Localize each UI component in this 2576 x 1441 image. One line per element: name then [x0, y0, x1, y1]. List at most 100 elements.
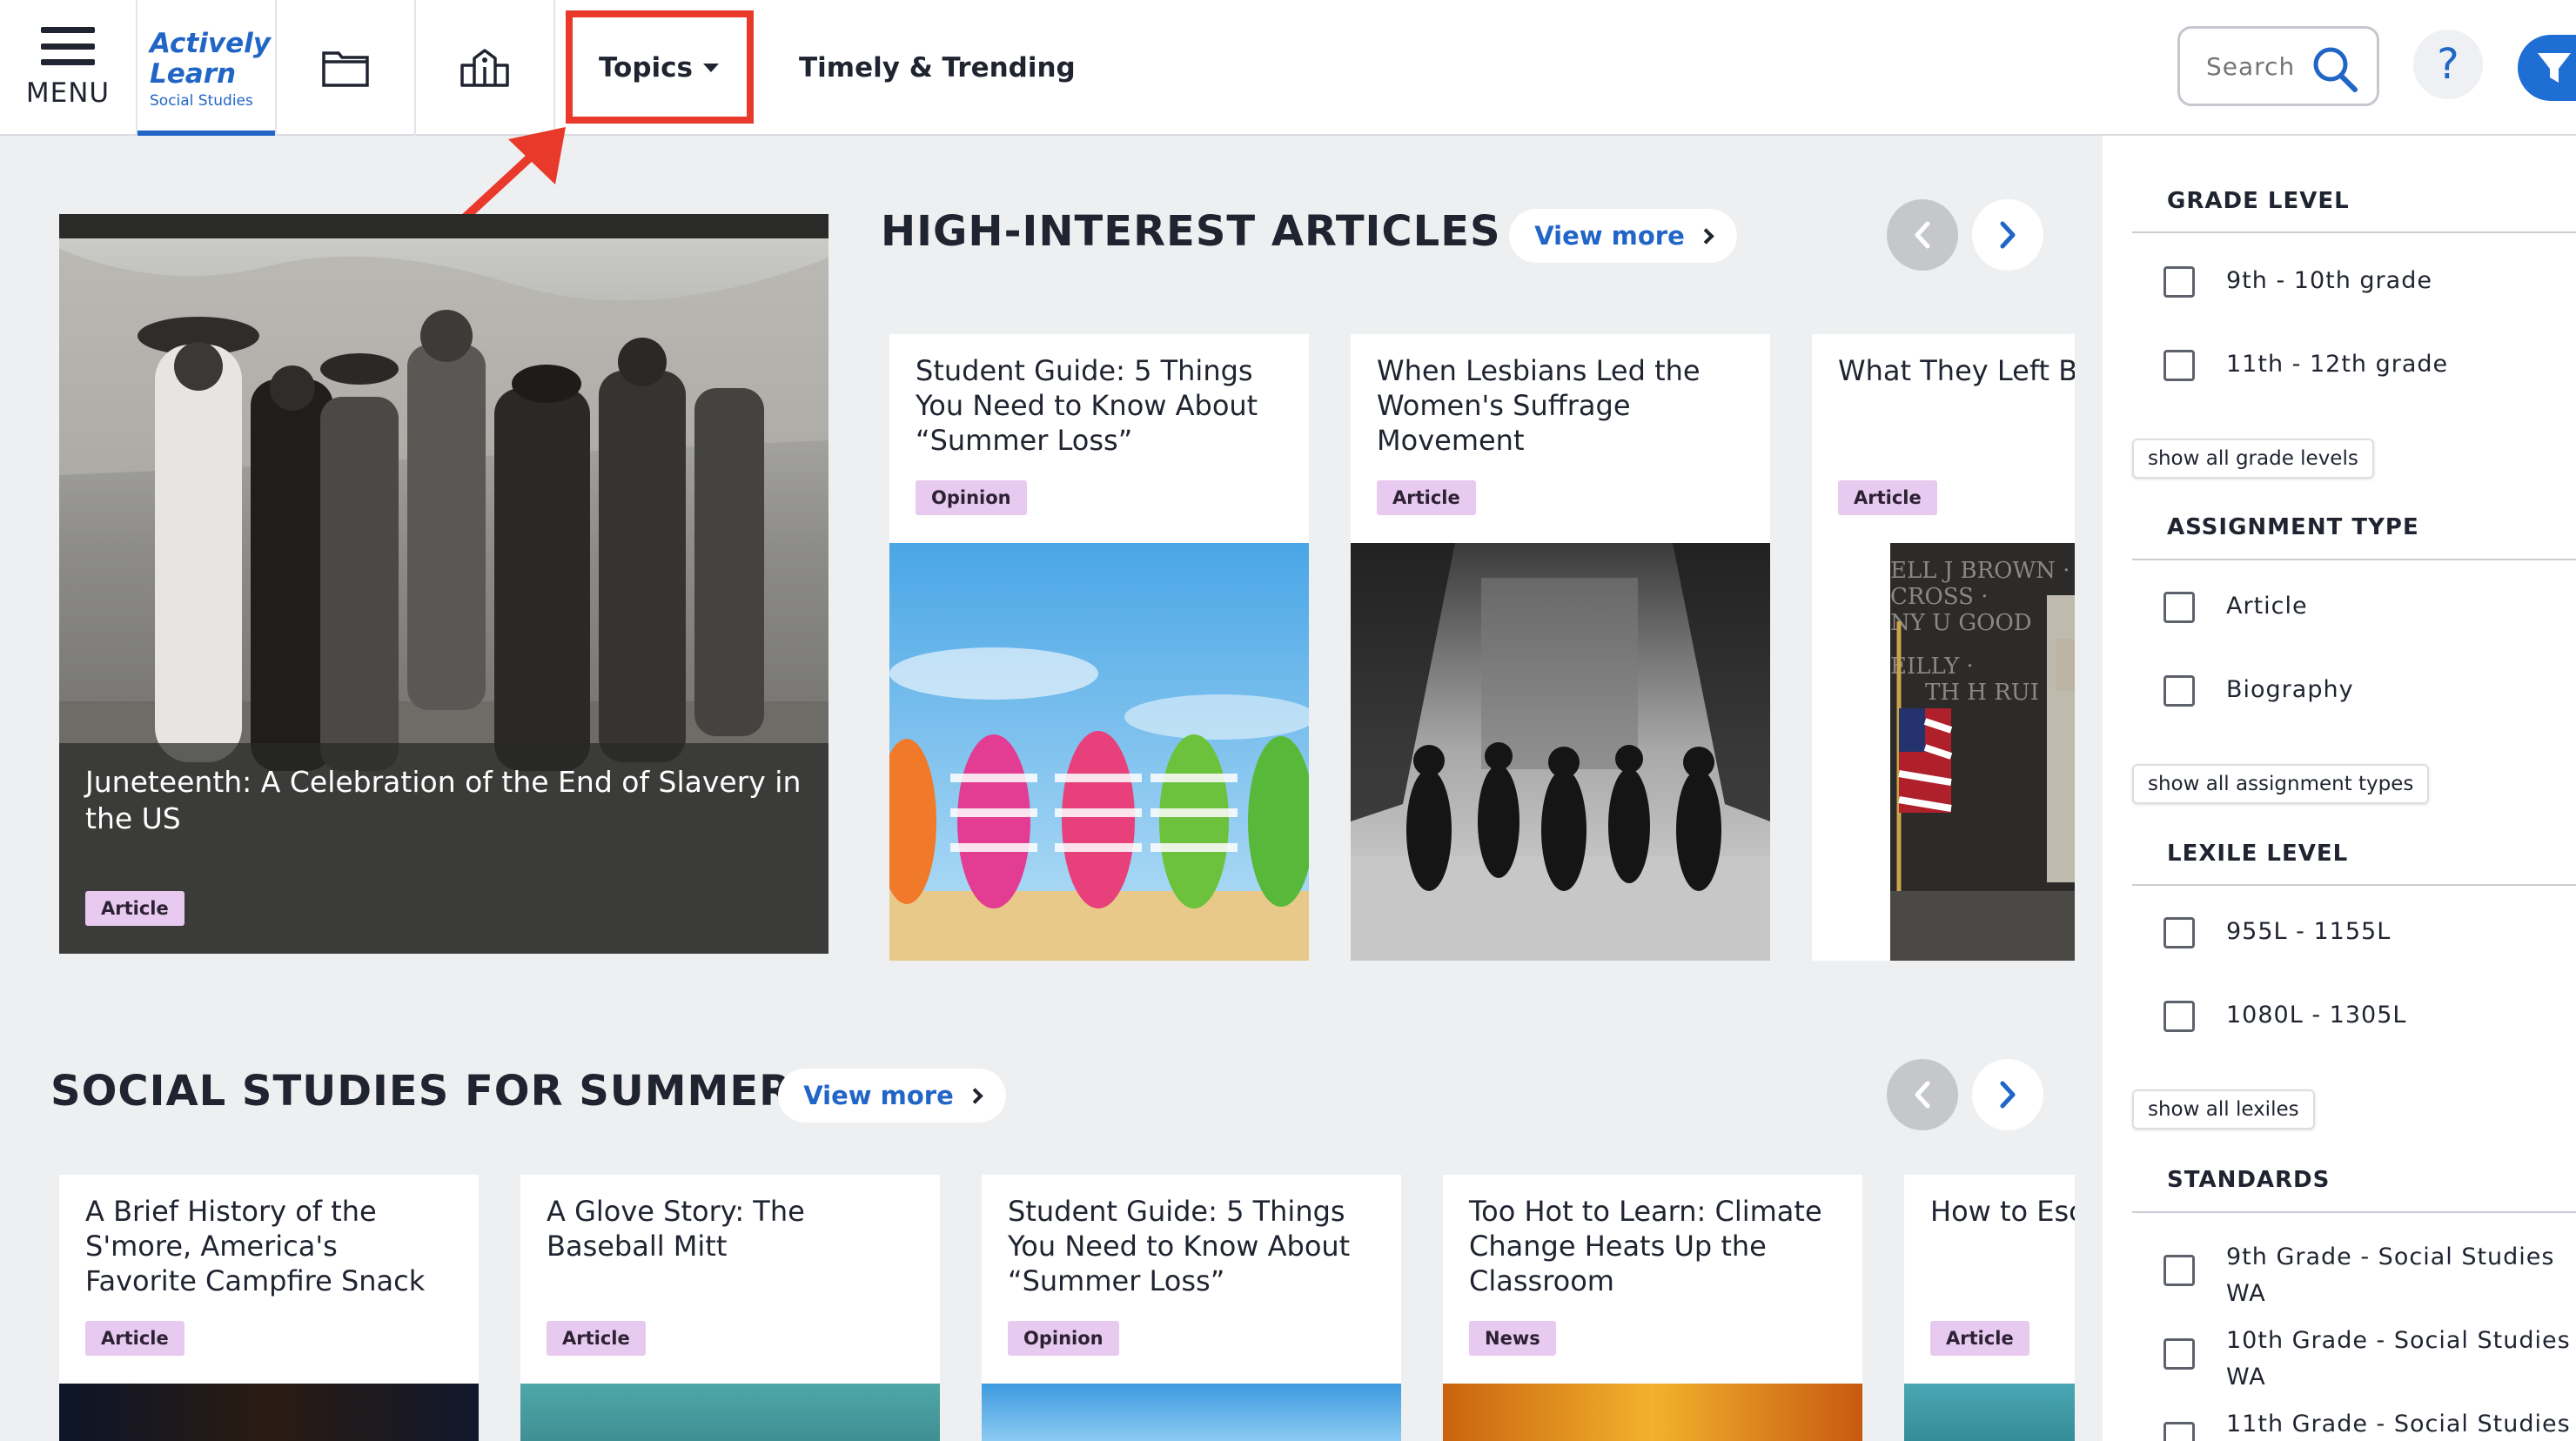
- standards-option-10th[interactable]: 10th Grade - Social Studies WA: [2163, 1326, 2574, 1396]
- checkbox[interactable]: [2163, 1338, 2195, 1370]
- help-button[interactable]: ?: [2413, 30, 2483, 99]
- baseball-mitt-image: [520, 1384, 940, 1441]
- checkbox[interactable]: [2163, 1422, 2195, 1441]
- article-card[interactable]: Student Guide: 5 Things You Need to Know…: [889, 334, 1309, 961]
- show-all-grade-levels-button[interactable]: show all grade levels: [2132, 439, 2374, 479]
- card-title: A Glove Story: The Baseball Mitt: [547, 1195, 805, 1263]
- assignment-type-heading: ASSIGNMENT TYPE: [2167, 514, 2419, 540]
- article-card[interactable]: What They Left Be Collection Dedica Item…: [1812, 334, 2075, 961]
- article-card[interactable]: A Brief History of the S'more, America's…: [59, 1175, 479, 1441]
- actively-learn-logo[interactable]: Actively Learn Social Studies: [138, 0, 275, 136]
- hamburger-icon: [41, 27, 95, 65]
- content-type-tag: Article: [85, 1321, 184, 1356]
- chevron-left-icon: [1915, 1081, 1930, 1109]
- search-box[interactable]: [2177, 26, 2379, 106]
- chevron-right-icon: [967, 1087, 983, 1104]
- topics-dropdown[interactable]: Topics: [599, 0, 719, 136]
- search-icon[interactable]: [2311, 44, 2359, 93]
- card-title: When Lesbians Led the Women's Suffrage M…: [1377, 354, 1701, 457]
- menu-label: MENU: [25, 77, 111, 109]
- assignment-option-biography[interactable]: Biography: [2163, 675, 2354, 708]
- svg-text:EILLY ·: EILLY ·: [1890, 653, 1974, 680]
- standards-option-9th[interactable]: 9th Grade - Social Studies WA: [2163, 1243, 2574, 1312]
- svg-text:NY U GOOD: NY U GOOD: [1890, 610, 2032, 636]
- suffrage-march-image: [1351, 543, 1770, 961]
- high-interest-heading: HIGH-INTEREST ARTICLES: [881, 207, 1501, 256]
- grade-option-11-12[interactable]: 11th - 12th grade: [2163, 350, 2448, 383]
- content-type-tag: Article: [1838, 480, 1937, 515]
- show-all-lexiles-button[interactable]: show all lexiles: [2132, 1089, 2315, 1129]
- chevron-left-icon: [1915, 221, 1930, 249]
- card-title: Student Guide: 5 Things You Need to Know…: [1008, 1195, 1351, 1297]
- option-label: 11th - 12th grade: [2226, 351, 2449, 378]
- menu-button[interactable]: MENU: [0, 0, 136, 136]
- divider: [553, 0, 555, 136]
- svg-text:CROSS ·: CROSS ·: [1890, 584, 1988, 610]
- filter-funnel-icon: [2538, 53, 2571, 83]
- checkbox[interactable]: [2163, 1001, 2195, 1032]
- divider: [2132, 884, 2576, 886]
- content-type-tag: Opinion: [916, 480, 1027, 515]
- article-card[interactable]: A Glove Story: The Baseball Mitt Article: [520, 1175, 940, 1441]
- card-image: [1904, 1384, 2075, 1441]
- checkbox[interactable]: [2163, 592, 2195, 623]
- article-card[interactable]: Too Hot to Learn: Climate Change Heats U…: [1443, 1175, 1862, 1441]
- lexile-level-heading: LEXILE LEVEL: [2167, 841, 2349, 867]
- chevron-right-icon: [2000, 221, 2016, 249]
- library-button[interactable]: [416, 0, 553, 136]
- standards-heading: STANDARDS: [2167, 1167, 2331, 1193]
- content-type-tag: Opinion: [1008, 1321, 1119, 1356]
- article-card[interactable]: Student Guide: 5 Things You Need to Know…: [982, 1175, 1401, 1441]
- svg-text:TH H RUI: TH H RUI: [1925, 680, 2039, 706]
- content-type-tag: News: [1469, 1321, 1556, 1356]
- featured-title[interactable]: Juneteenth: A Celebration of the End of …: [85, 764, 802, 837]
- checkbox[interactable]: [2163, 917, 2195, 948]
- view-more-label: View more: [803, 1081, 954, 1110]
- card-title: A Brief History of the S'more, America's…: [85, 1195, 426, 1297]
- caret-down-icon: [702, 64, 719, 72]
- option-label: 10th Grade - Social Studies WA: [2226, 1327, 2571, 1391]
- option-label: 955L - 1155L: [2226, 918, 2392, 945]
- filter-toggle-button[interactable]: [2518, 35, 2576, 101]
- carousel-prev-button[interactable]: [1887, 199, 1958, 271]
- carousel-next-button[interactable]: [1972, 199, 2043, 271]
- timely-trending-link[interactable]: Timely & Trending: [799, 0, 1076, 136]
- logo-text: Actively: [150, 28, 271, 59]
- standards-option-11th[interactable]: 11th Grade - Social Studies WA: [2163, 1410, 2574, 1441]
- flip-flops-image: [889, 543, 1309, 961]
- library-building-icon: [460, 49, 509, 87]
- flip-flops-image: [982, 1384, 1401, 1441]
- lexile-option-955-1155[interactable]: 955L - 1155L: [2163, 917, 2391, 950]
- checkbox[interactable]: [2163, 350, 2195, 381]
- option-label: 1080L - 1305L: [2226, 1002, 2407, 1029]
- lexile-option-1080-1305[interactable]: 1080L - 1305L: [2163, 1001, 2406, 1034]
- help-icon: ?: [2437, 40, 2459, 89]
- divider: [2132, 1211, 2576, 1213]
- option-label: 9th Grade - Social Studies WA: [2226, 1243, 2555, 1307]
- high-interest-view-more-button[interactable]: View more: [1509, 209, 1737, 263]
- content-type-tag: Article: [1930, 1321, 2029, 1356]
- option-label: Biography: [2226, 676, 2354, 703]
- chevron-right-icon: [1698, 227, 1714, 245]
- checkbox[interactable]: [2163, 675, 2195, 707]
- carousel-prev-button[interactable]: [1887, 1059, 1958, 1130]
- option-label: 9th - 10th grade: [2226, 267, 2432, 294]
- view-more-label: View more: [1534, 221, 1685, 251]
- checkbox[interactable]: [2163, 1255, 2195, 1286]
- featured-article-card[interactable]: Juneteenth: A Celebration of the End of …: [59, 214, 828, 954]
- article-card[interactable]: When Lesbians Led the Women's Suffrage M…: [1351, 334, 1770, 961]
- checkbox[interactable]: [2163, 266, 2195, 298]
- grade-option-9-10[interactable]: 9th - 10th grade: [2163, 266, 2432, 299]
- carousel-next-button[interactable]: [1972, 1059, 2043, 1130]
- article-card[interactable]: How to Esc Article: [1904, 1175, 2075, 1441]
- card-title: What They Left Be Collection Dedica Item…: [1838, 354, 2075, 387]
- svg-text:ELL J BROWN ·: ELL J BROWN ·: [1890, 558, 2070, 584]
- assignment-option-article[interactable]: Article: [2163, 592, 2308, 625]
- card-title: Too Hot to Learn: Climate Change Heats U…: [1469, 1195, 1822, 1297]
- search-input[interactable]: [2206, 51, 2319, 81]
- show-all-assignment-types-button[interactable]: show all assignment types: [2132, 764, 2430, 804]
- folder-button[interactable]: [277, 0, 414, 136]
- memorial-wall-image: ELL J BROWN ·CROSS ·NY U GOOD EILLY ·TH …: [1890, 543, 2075, 961]
- summer-section-heading: SOCIAL STUDIES FOR SUMMER: [50, 1067, 793, 1116]
- summer-view-more-button[interactable]: View more: [778, 1069, 1006, 1123]
